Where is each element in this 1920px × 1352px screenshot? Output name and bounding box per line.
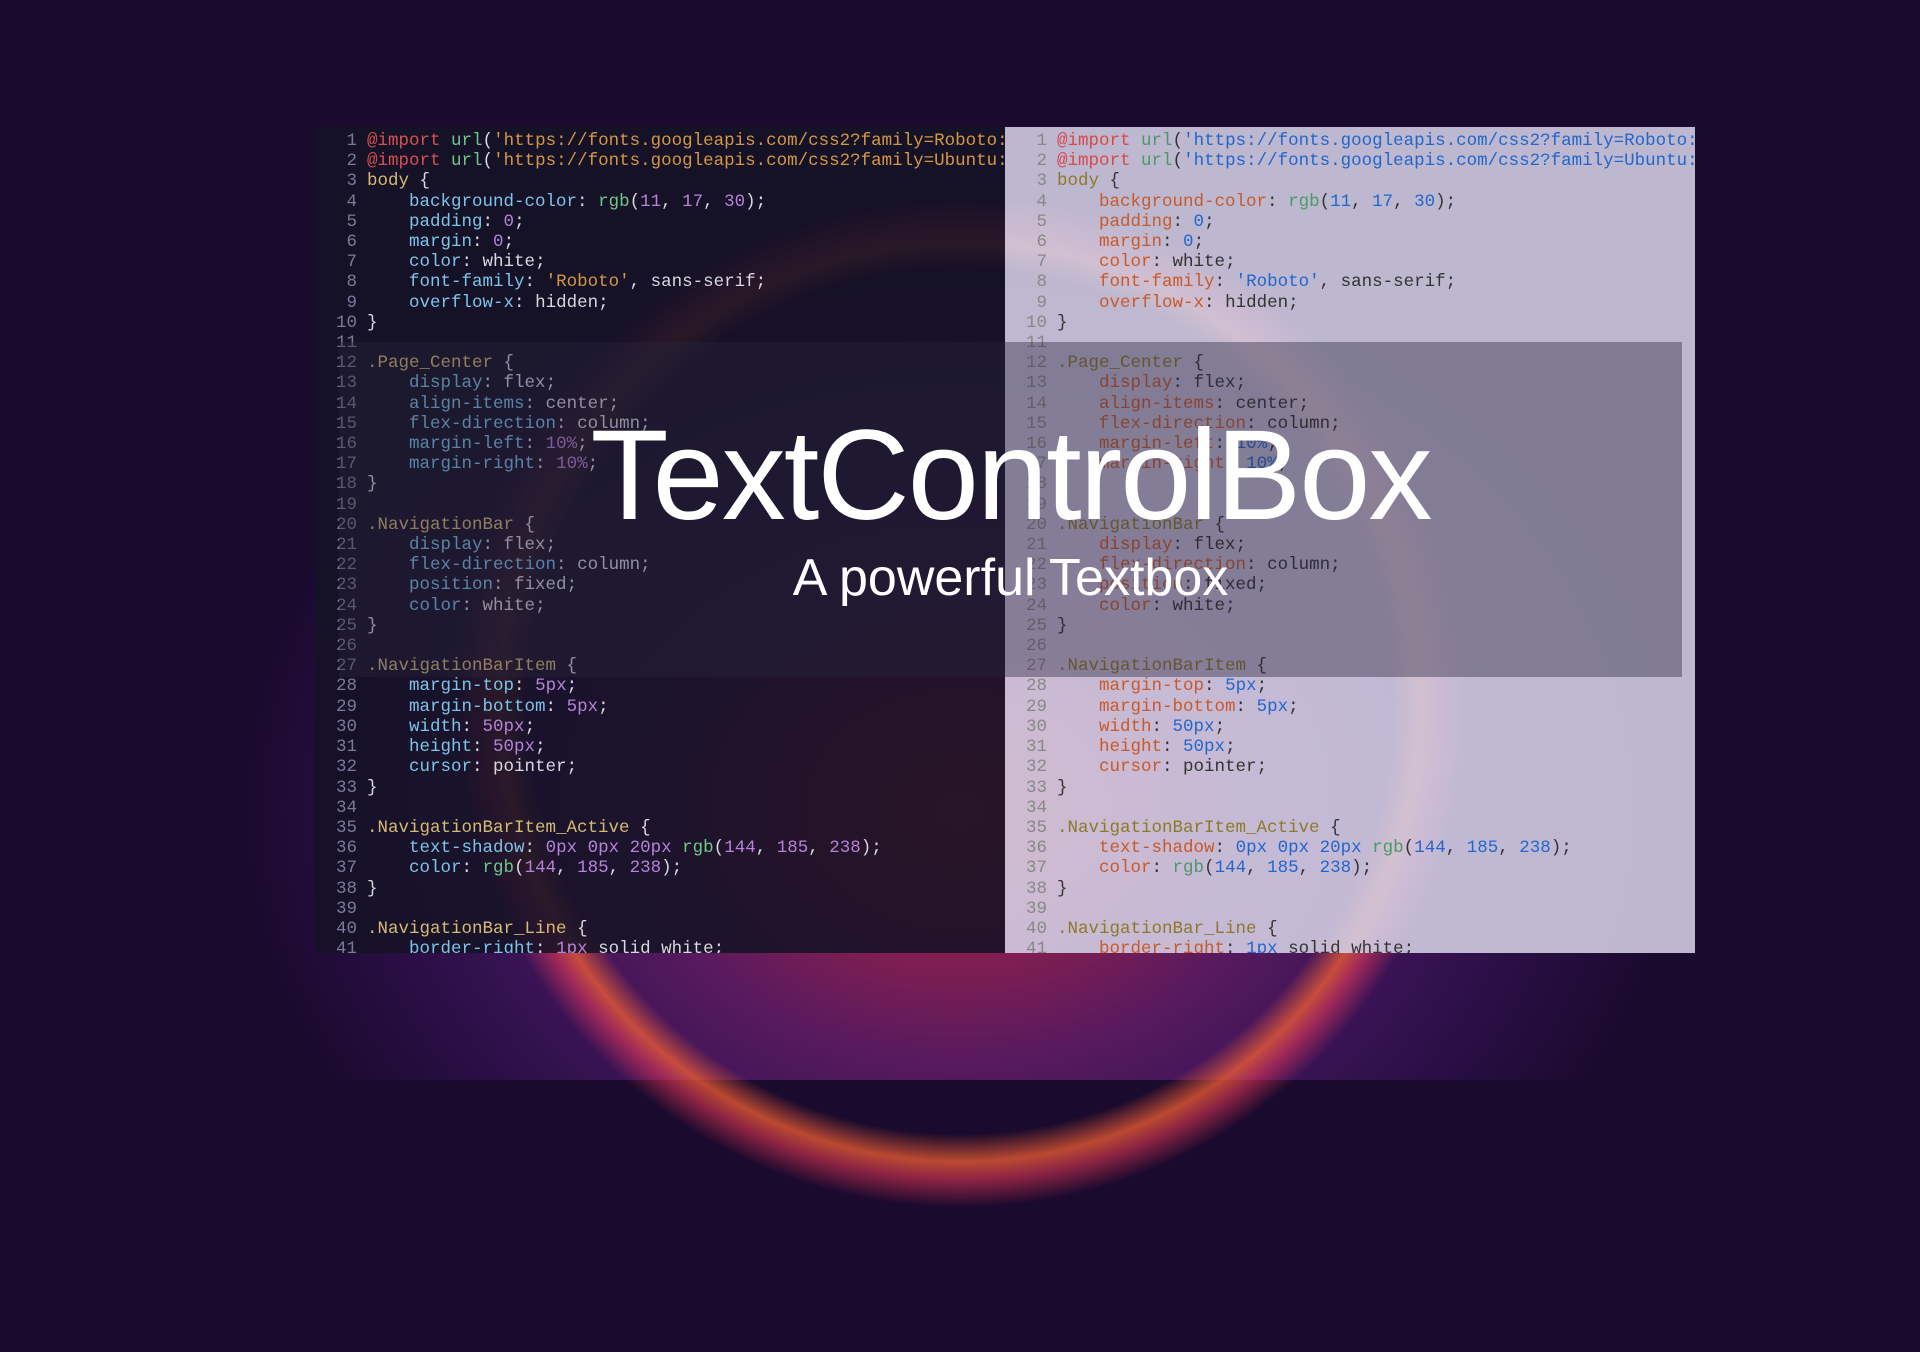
app-title: TextControlBox	[591, 412, 1431, 540]
app-subtitle: A powerful Textbox	[793, 548, 1229, 608]
title-overlay: TextControlBox A powerful Textbox	[339, 342, 1682, 677]
